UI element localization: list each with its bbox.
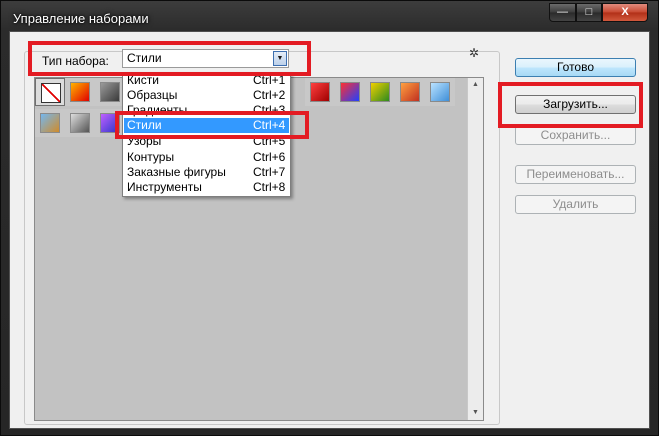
maximize-button[interactable]: □ bbox=[576, 3, 602, 22]
dropdown-item-contours[interactable]: Контуры Ctrl+6 bbox=[124, 150, 289, 165]
style-swatch-preview bbox=[400, 82, 420, 102]
gear-icon[interactable]: ✲ bbox=[469, 46, 479, 60]
dropdown-item-custom-shapes[interactable]: Заказные фигуры Ctrl+7 bbox=[124, 165, 289, 180]
style-swatch-preview bbox=[100, 82, 120, 102]
dropdown-item-swatches[interactable]: Образцы Ctrl+2 bbox=[124, 88, 289, 103]
style-swatch-preview bbox=[70, 82, 90, 102]
style-swatch-red-stripes[interactable] bbox=[305, 78, 335, 106]
highlight-load-button bbox=[498, 82, 643, 128]
dropdown-item-tools[interactable]: Инструменты Ctrl+8 bbox=[124, 180, 289, 195]
style-swatch-sunset[interactable] bbox=[395, 78, 425, 106]
save-button[interactable]: Сохранить... bbox=[515, 126, 636, 145]
style-swatch-rainbow-square[interactable] bbox=[335, 78, 365, 106]
style-swatch-pixel-noise[interactable] bbox=[65, 109, 95, 137]
gallery-scrollbar[interactable]: ▲ ▼ bbox=[467, 78, 483, 420]
style-swatch-no-style[interactable] bbox=[35, 78, 65, 106]
style-swatch-preview bbox=[41, 83, 61, 103]
caption-buttons: — □ X bbox=[549, 3, 648, 22]
rename-button[interactable]: Переименовать... bbox=[515, 165, 636, 184]
done-button[interactable]: Готово bbox=[515, 58, 636, 77]
style-swatch-preview bbox=[430, 82, 450, 102]
style-swatch-preview bbox=[340, 82, 360, 102]
scroll-up-icon[interactable]: ▲ bbox=[468, 78, 483, 92]
highlight-styles-item bbox=[115, 111, 309, 139]
scroll-down-icon[interactable]: ▼ bbox=[468, 406, 483, 420]
close-button[interactable]: X bbox=[602, 3, 648, 22]
style-swatch-gray-inset[interactable] bbox=[95, 78, 125, 106]
dialog-window: Управление наборами — □ X Тип набора: Ст… bbox=[0, 0, 659, 436]
style-swatch-red-glow[interactable] bbox=[65, 78, 95, 106]
style-swatch-landscape[interactable] bbox=[35, 109, 65, 137]
minimize-button[interactable]: — bbox=[549, 3, 576, 22]
style-swatch-preview bbox=[40, 113, 60, 133]
style-swatch-gold-frame[interactable] bbox=[365, 78, 395, 106]
delete-button[interactable]: Удалить bbox=[515, 195, 636, 214]
style-swatch-preview bbox=[70, 113, 90, 133]
highlight-set-type bbox=[28, 41, 311, 76]
style-swatch-sky-blue[interactable] bbox=[425, 78, 455, 106]
style-swatch-preview bbox=[370, 82, 390, 102]
style-swatch-preview bbox=[310, 82, 330, 102]
window-title: Управление наборами bbox=[13, 11, 149, 26]
